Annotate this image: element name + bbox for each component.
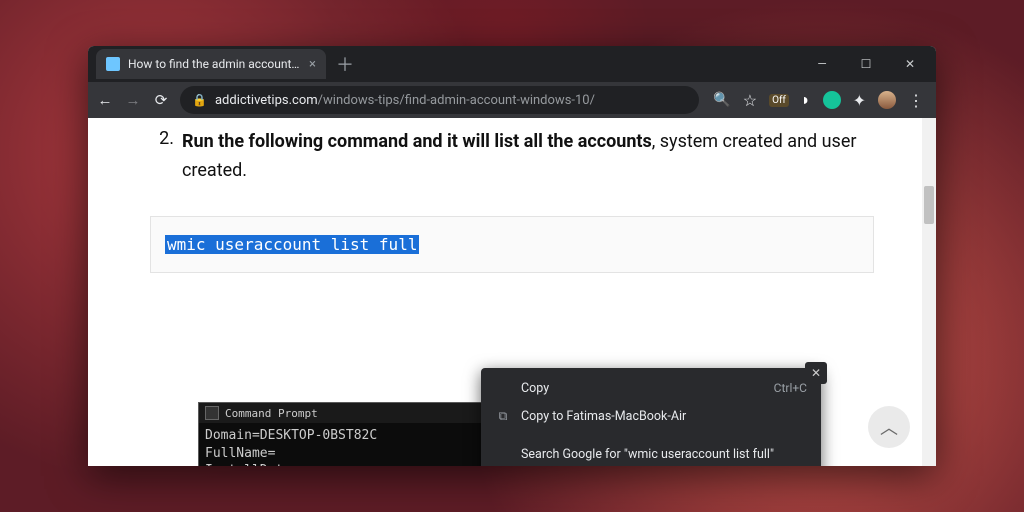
url-path: /windows-tips/find-admin-account-windows… — [318, 93, 595, 108]
code-block[interactable]: wmic useraccount list full — [150, 216, 874, 273]
forward-button[interactable]: → — [124, 91, 142, 109]
favicon-icon — [106, 57, 120, 71]
reload-button[interactable]: ⟳ — [152, 91, 170, 109]
extension-vpn-icon[interactable]: Off — [769, 94, 789, 107]
browser-window: How to find the admin account o × ＋ — ☐ … — [88, 46, 936, 466]
url-host: addictivetips.com — [215, 93, 318, 108]
address-bar[interactable]: 🔒 addictivetips.com/windows-tips/find-ad… — [180, 86, 699, 114]
chevron-up-icon: ︿ — [880, 414, 898, 440]
extensions-button[interactable]: ✦ — [853, 91, 866, 110]
scrollbar-thumb[interactable] — [924, 186, 934, 224]
selected-code-text[interactable]: wmic useraccount list full — [165, 235, 419, 254]
titlebar: How to find the admin account o × ＋ — ☐ … — [88, 46, 936, 82]
toolbar: ← → ⟳ 🔒 addictivetips.com/windows-tips/f… — [88, 82, 936, 118]
minimize-button[interactable]: — — [800, 46, 844, 82]
close-window-button[interactable]: ✕ — [888, 46, 932, 82]
menu-item-copy[interactable]: Copy Ctrl+C — [481, 374, 821, 402]
cmd-icon — [205, 406, 219, 420]
menu-item-search-google[interactable]: Search Google for "wmic useraccount list… — [481, 440, 821, 466]
active-tab[interactable]: How to find the admin account o × — [96, 49, 326, 79]
profile-avatar[interactable] — [878, 91, 896, 109]
close-tab-icon[interactable]: × — [309, 57, 316, 72]
page-content: 2. Run the following command and it will… — [88, 118, 936, 466]
new-tab-button[interactable]: ＋ — [332, 51, 358, 77]
context-menu-close-icon[interactable]: ✕ — [805, 362, 827, 384]
tab-title: How to find the admin account o — [128, 57, 301, 71]
bookmark-icon[interactable]: ☆ — [743, 91, 757, 110]
menu-item-copy-to-device[interactable]: ⧉ Copy to Fatimas-MacBook-Air — [481, 402, 821, 430]
context-menu: ✕ Copy Ctrl+C ⧉ Copy to Fatimas-MacBook-… — [481, 368, 821, 466]
extension-grammarly-icon[interactable] — [823, 91, 841, 109]
step-text: Run the following command and it will li… — [182, 128, 882, 186]
menu-button[interactable]: ⋮ — [908, 91, 924, 110]
zoom-icon[interactable]: 🔍 — [713, 92, 730, 108]
scrollbar[interactable] — [922, 118, 936, 466]
back-button[interactable]: ← — [96, 91, 114, 109]
maximize-button[interactable]: ☐ — [844, 46, 888, 82]
extension-tag-icon[interactable]: ◗ — [801, 90, 811, 110]
cmd-title: Command Prompt — [225, 407, 318, 420]
scroll-to-top-button[interactable]: ︿ — [868, 406, 910, 448]
lock-icon: 🔒 — [192, 93, 207, 107]
step-number: 2. — [142, 128, 182, 186]
devices-icon: ⧉ — [495, 409, 511, 424]
